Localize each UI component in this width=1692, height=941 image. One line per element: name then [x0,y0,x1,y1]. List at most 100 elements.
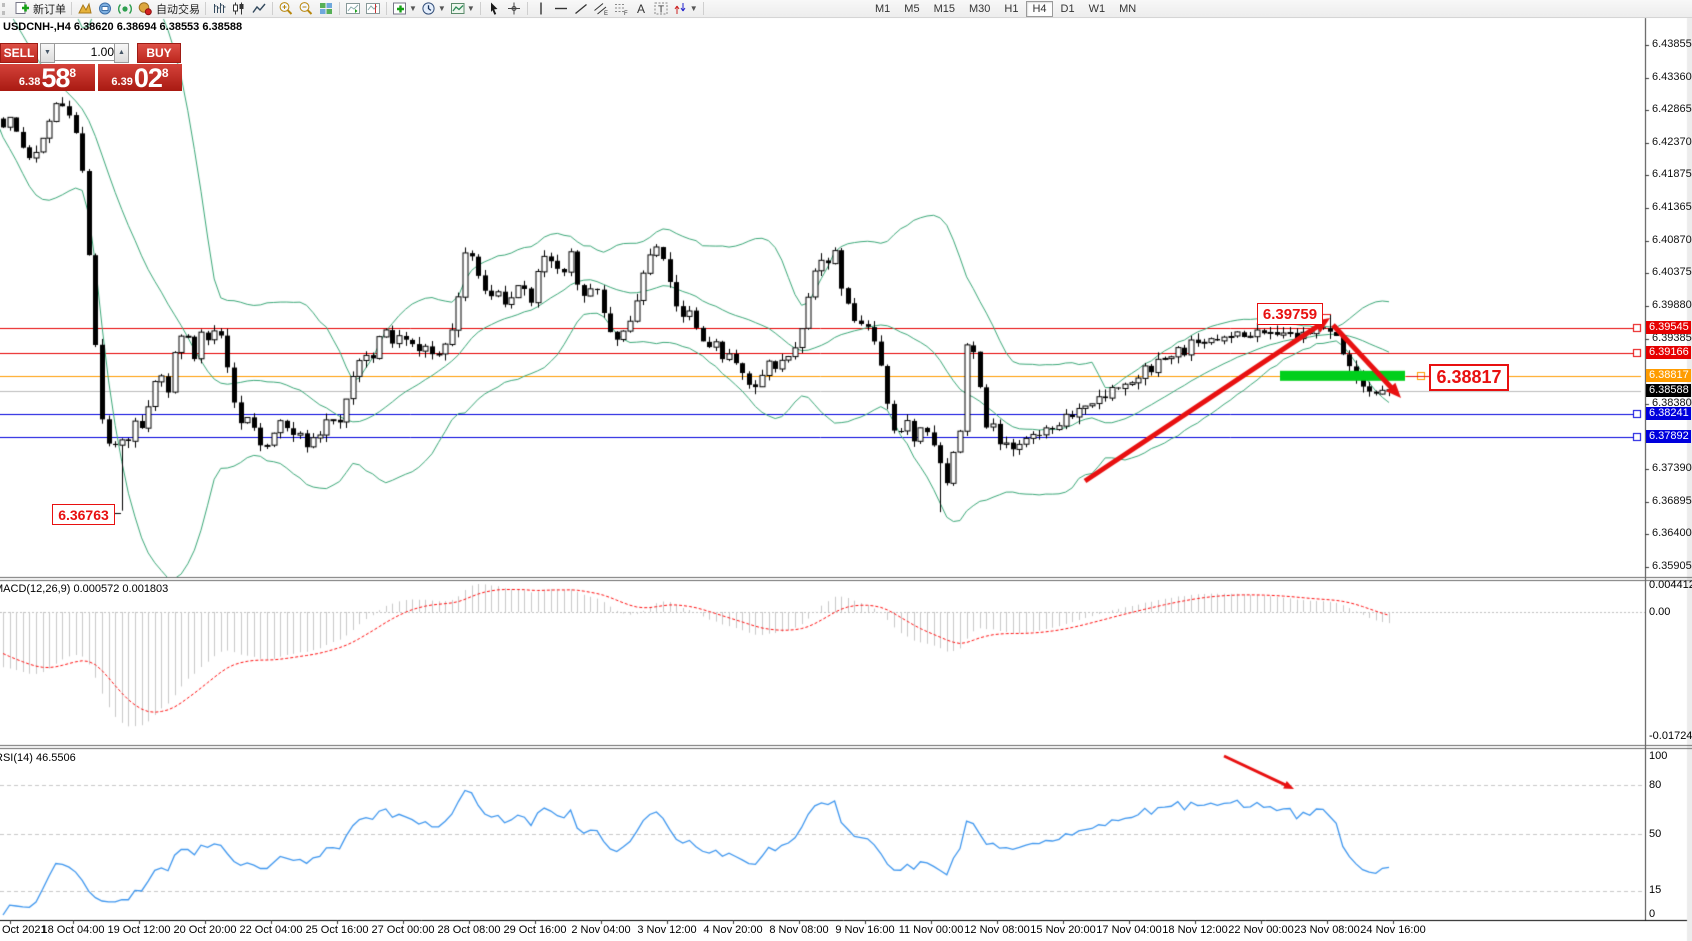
date-axis-label: 9 Nov 16:00 [835,924,894,936]
volume-input[interactable] [54,43,118,61]
line-chart-button[interactable] [249,1,269,17]
new-order-button[interactable]: 新订单 [12,1,68,17]
volume-increase-button[interactable]: ▲ [114,43,129,63]
crosshair-icon [506,1,522,16]
autoscroll-button[interactable] [343,1,363,17]
swing-low-annotation[interactable]: 6.36763 [52,504,115,525]
swing-high-annotation[interactable]: 6.39759 [1257,303,1323,325]
price-axis-tick-label: 6.40870 [1652,234,1692,246]
entry-price-annotation[interactable]: 6.38817 [1429,364,1509,391]
date-axis-label: 17 Nov 04:00 [1096,924,1161,936]
timeframe-h4-button[interactable]: H4 [1026,1,1052,17]
timeframe-d1-button[interactable]: D1 [1055,2,1081,16]
price-axis-tick-label: 6.43855 [1652,38,1692,50]
new-order-label: 新订单 [33,1,66,17]
profile-button[interactable] [75,1,95,17]
line-chart-icon [251,1,267,16]
channel-button[interactable]: E [591,1,611,17]
timeframe-w1-button[interactable]: W1 [1083,2,1112,16]
periods-button[interactable]: ▼ [419,1,448,17]
crosshair-button[interactable] [504,1,524,17]
price-badge: 6.39545 [1646,321,1691,334]
price-axis-tick-label: 6.41875 [1652,168,1692,180]
ask-price-box[interactable]: 6.39 02 8 [98,64,182,91]
chevron-down-icon[interactable]: ▼ [438,4,446,13]
date-axis-label: 8 Nov 08:00 [769,924,828,936]
profile-icon [77,1,93,16]
vertical-line-button[interactable] [531,1,551,17]
svg-text:F: F [624,11,628,16]
buy-button[interactable]: BUY [137,43,181,63]
chevron-down-icon[interactable]: ▼ [467,4,475,13]
price-axis-tick-label: 6.40375 [1652,266,1692,278]
toolbar-grip [2,3,8,15]
macd-axis-tick-label: 0.004412 [1649,579,1692,591]
vertical-line-icon [533,1,549,16]
horizontal-line-button[interactable] [551,1,571,17]
indicators-button[interactable]: ▼ [390,1,419,17]
timeframe-m1-button[interactable]: M1 [869,2,896,16]
date-axis-label: 11 Nov 00:00 [899,924,964,936]
signal-button[interactable] [115,1,135,17]
toolbar-separator [527,2,528,15]
date-axis-label: 23 Nov 08:00 [1294,924,1359,936]
text-label-icon: T [653,1,669,16]
bid-price-pip: 8 [69,66,76,80]
svg-text:T: T [658,5,664,16]
zoom-in-icon [278,1,294,16]
price-axis-tick-label: 6.43360 [1652,71,1692,83]
zoom-in-button[interactable] [276,1,296,17]
chevron-down-icon[interactable]: ▼ [690,4,698,13]
main-toolbar: 新订单 自动交易 ▼ ▼ ▼ E FAT ▼ [0,0,1692,18]
svg-text:E: E [604,11,608,16]
cursor-icon [486,1,502,16]
trendline-icon [573,1,589,16]
tile-windows-button[interactable] [316,1,336,17]
arrows-button[interactable]: ▼ [671,1,700,17]
bars-chart-button[interactable] [209,1,229,17]
horizontal-line-icon [553,1,569,16]
price-axis-tick-label: 6.39880 [1652,299,1692,311]
timeframe-m5-button[interactable]: M5 [898,2,925,16]
toolbar-separator [703,2,704,15]
autotrading-button[interactable]: 自动交易 [135,1,202,17]
zoom-out-button[interactable] [296,1,316,17]
timeframe-m15-button[interactable]: M15 [928,2,961,16]
timeframe-mn-button[interactable]: MN [1113,2,1142,16]
zoom-out-icon [298,1,314,16]
price-badge: 6.38241 [1646,407,1691,420]
macd-axis-tick-label: 0.00 [1649,606,1670,618]
indicators-icon [392,1,408,16]
templates-button[interactable]: ▼ [448,1,477,17]
trendline-button[interactable] [571,1,591,17]
date-axis-label: 24 Nov 16:00 [1360,924,1425,936]
date-axis-label: 29 Oct 16:00 [504,924,567,936]
volume-decrease-button[interactable]: ▼ [40,43,55,63]
chart-shift-button[interactable] [363,1,383,17]
toolbar-separator [480,2,481,15]
price-axis-tick-label: 6.41365 [1652,201,1692,213]
rsi-axis-tick-label: 80 [1649,779,1661,791]
bid-price-box[interactable]: 6.38 58 8 [0,64,95,91]
text-button[interactable]: A [631,1,651,17]
bid-price-main: 58 [41,66,69,90]
price-badge: 6.37892 [1646,430,1691,443]
fibonacci-button[interactable]: F [611,1,631,17]
candles-chart-button[interactable] [229,1,249,17]
chart-canvas[interactable] [0,0,1692,941]
price-badge: 6.38588 [1646,384,1691,397]
sell-button[interactable]: SELL [0,43,38,63]
timeframe-m30-button[interactable]: M30 [963,2,996,16]
price-badge: 6.39166 [1646,346,1691,359]
date-axis-label: Oct 2021 [2,924,47,936]
bid-price-prefix: 6.38 [19,76,40,88]
cursor-button[interactable] [484,1,504,17]
ask-price-pip: 8 [162,66,169,80]
date-axis-label: 2 Nov 04:00 [571,924,630,936]
macd-axis-tick-label: -0.017247 [1649,730,1692,742]
chevron-down-icon[interactable]: ▼ [409,4,417,13]
text-label-button[interactable]: T [651,1,671,17]
community-button[interactable] [95,1,115,17]
timeframe-h1-button[interactable]: H1 [998,2,1024,16]
chart-shift-icon [365,1,381,16]
